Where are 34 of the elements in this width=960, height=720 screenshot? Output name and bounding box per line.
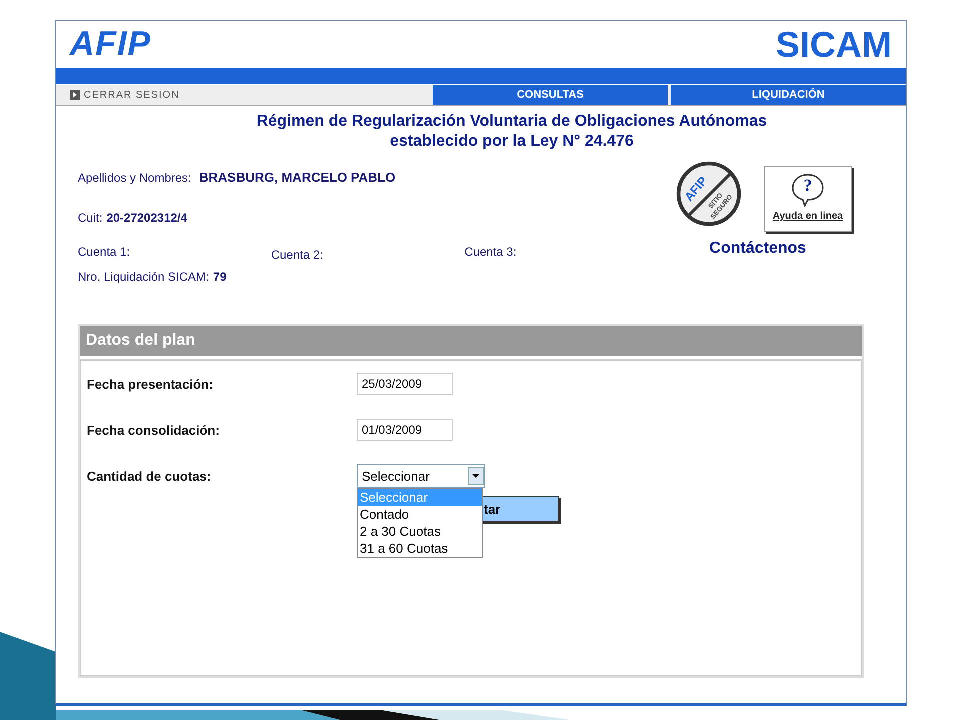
contact-link[interactable]: Contáctenos bbox=[710, 240, 806, 258]
question-mark: ? bbox=[804, 177, 812, 194]
logout-link[interactable]: CERRAR SESION bbox=[56, 85, 430, 105]
page-title: Régimen de Regularización Voluntaria de Obligaciones Autónomas bbox=[256, 112, 768, 132]
field-value: BRASBURG, MARCELO PABLO bbox=[199, 170, 396, 185]
nav-tab[interactable]: CONSULTAS bbox=[433, 85, 668, 105]
dropdown-option[interactable]: Contado bbox=[358, 506, 482, 523]
field-label: Cuenta 2: bbox=[271, 248, 324, 262]
logo: AFIP bbox=[70, 25, 152, 64]
help-label: Ayuda en linea bbox=[772, 211, 844, 222]
arrow-icon bbox=[70, 90, 80, 100]
field-label: Cuit: bbox=[78, 211, 103, 225]
page-title: establecido por la Ley N° 24.476 bbox=[390, 132, 634, 152]
field-value: 20-27202312/4 bbox=[106, 211, 188, 225]
nav-tab[interactable]: LIQUIDACIÓN bbox=[671, 85, 906, 105]
field-label: Fecha presentación: bbox=[87, 376, 214, 392]
dropdown-option[interactable]: 31 a 60 Cuotas bbox=[358, 540, 482, 557]
field-label: Cuenta 3: bbox=[464, 245, 518, 261]
field-label: Cantidad de cuotas: bbox=[87, 468, 212, 484]
dropdown-option[interactable]: 2 a 30 Cuotas bbox=[358, 523, 482, 540]
help-button[interactable]: ? Ayuda en linea bbox=[764, 166, 852, 232]
app-name: SICAM bbox=[776, 24, 892, 66]
logout-label: CERRAR SESION bbox=[84, 90, 180, 100]
panel-header: Datos del plan bbox=[80, 326, 862, 359]
field-label: Nro. Liquidación SICAM: bbox=[78, 270, 210, 284]
field-label: Apellidos y Nombres: bbox=[78, 171, 192, 185]
date-field[interactable]: 01/03/2009 bbox=[357, 419, 453, 441]
field-label: Cuenta 1: bbox=[78, 245, 132, 261]
field-label: Fecha consolidación: bbox=[87, 422, 221, 438]
caret-icon bbox=[468, 467, 484, 485]
date-field[interactable]: 25/03/2009 bbox=[357, 373, 453, 395]
cuotas-dropdown[interactable]: Seleccionar bbox=[357, 464, 485, 488]
help-bubble-icon bbox=[791, 173, 825, 207]
field-value: 79 bbox=[213, 270, 227, 284]
